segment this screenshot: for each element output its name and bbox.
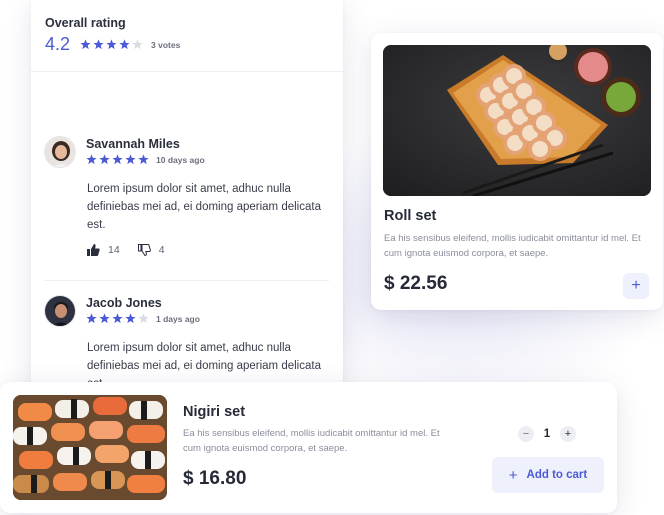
- thumbs-down-icon: [137, 244, 151, 256]
- star-filled-icon: [80, 39, 91, 50]
- plus-icon: +: [508, 466, 518, 484]
- overall-rating-stars: [80, 39, 143, 50]
- overall-rating-section: Overall rating 4.2 3 votes: [31, 0, 343, 72]
- review-divider: [44, 280, 329, 281]
- star-filled-icon: [93, 39, 104, 50]
- product-price: $ 16.80: [183, 468, 247, 489]
- star-filled-icon: [99, 313, 110, 324]
- quantity-value: 1: [543, 428, 551, 440]
- review-meta: 1 days ago: [86, 313, 200, 324]
- increase-button[interactable]: +: [560, 426, 576, 442]
- product-title: Nigiri set: [183, 404, 246, 420]
- avatar: [44, 295, 76, 327]
- product-price: $ 22.56: [384, 273, 448, 294]
- review-stars: [86, 154, 149, 165]
- nigiri-set-card: Nigiri set Ea his sensibus eleifend, mol…: [0, 382, 617, 513]
- votes-count: 3 votes: [151, 39, 181, 50]
- decrease-button[interactable]: −: [518, 426, 534, 442]
- star-filled-icon: [119, 39, 130, 50]
- reviewer-name: Jacob Jones: [86, 296, 162, 310]
- star-filled-icon: [99, 154, 110, 165]
- review-actions: 14 4: [87, 244, 329, 256]
- star-filled-icon: [86, 313, 97, 324]
- review-header: Savannah Miles 10 days ago: [44, 136, 329, 168]
- star-filled-icon: [112, 313, 123, 324]
- product-description: Ea his sensibus eleifend, mollis iudicab…: [183, 428, 440, 454]
- review-item: Savannah Miles 10 days ago Lorem ipsum d…: [44, 136, 329, 256]
- review-text: Lorem ipsum dolor sit amet, adhuc nulla …: [87, 183, 321, 231]
- review-header: Jacob Jones 1 days ago: [44, 295, 329, 327]
- overall-rating-row: 4.2 3 votes: [45, 34, 329, 55]
- star-filled-icon: [106, 39, 117, 50]
- add-button[interactable]: +: [623, 273, 649, 299]
- like-button[interactable]: 14: [87, 244, 120, 256]
- roll-set-card: Roll set Ea his sensibus eleifend, molli…: [371, 33, 663, 310]
- avatar: [44, 136, 76, 168]
- star-filled-icon: [125, 154, 136, 165]
- star-filled-icon: [125, 313, 136, 324]
- star-filled-icon: [112, 154, 123, 165]
- review-item: Jacob Jones 1 days ago Lorem ipsum dolor…: [44, 295, 329, 393]
- quantity-stepper: − 1 +: [518, 426, 576, 442]
- star-empty-icon: [138, 313, 149, 324]
- dislike-count: 4: [158, 244, 165, 256]
- review-date: 10 days ago: [156, 154, 205, 165]
- star-filled-icon: [86, 154, 97, 165]
- roll-set-image: [383, 45, 651, 196]
- overall-rating-title: Overall rating: [45, 16, 126, 30]
- review-date: 1 days ago: [156, 313, 200, 324]
- review-stars: [86, 313, 149, 324]
- add-to-cart-label: Add to cart: [526, 469, 588, 481]
- review-info: Jacob Jones 1 days ago: [86, 295, 200, 324]
- like-count: 14: [108, 244, 120, 256]
- product-description: Ea his sensibus eleifend, mollis iudicab…: [384, 233, 641, 259]
- nigiri-set-image: [13, 395, 167, 500]
- star-empty-icon: [132, 39, 143, 50]
- product-title: Roll set: [384, 208, 437, 224]
- dislike-button[interactable]: 4: [137, 244, 165, 256]
- reviewer-name: Savannah Miles: [86, 137, 180, 151]
- add-to-cart-button[interactable]: + Add to cart: [492, 457, 604, 493]
- review-meta: 10 days ago: [86, 154, 205, 165]
- thumbs-up-icon: [87, 244, 100, 256]
- star-filled-icon: [138, 154, 149, 165]
- overall-rating-value: 4.2: [45, 34, 71, 54]
- reviews-card: Overall rating 4.2 3 votes Savannah Mile…: [31, 0, 343, 400]
- review-info: Savannah Miles 10 days ago: [86, 136, 205, 165]
